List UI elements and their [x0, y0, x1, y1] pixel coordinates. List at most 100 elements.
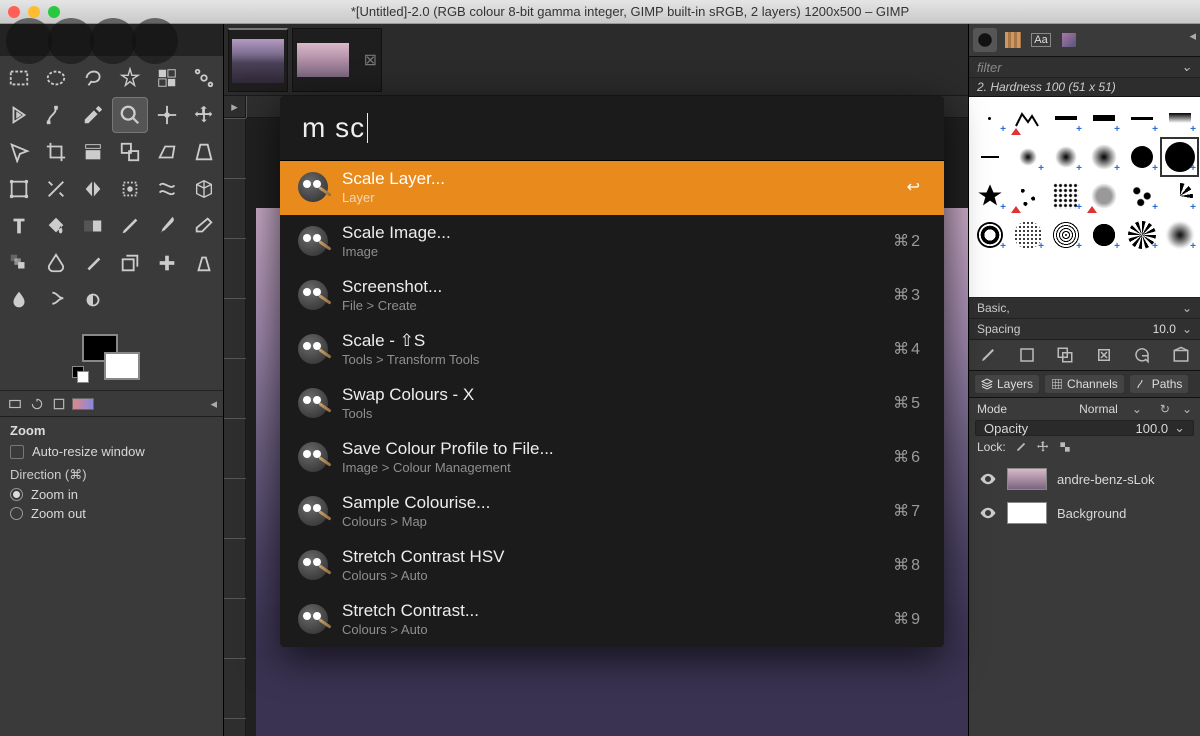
blend-mode-select[interactable]: Mode Normal ⌄ ↻ ⌄	[969, 398, 1200, 420]
zoom-out-radio[interactable]: Zoom out	[10, 506, 213, 521]
brushes-tab-icon[interactable]	[973, 28, 997, 52]
handle-transform-tool[interactable]	[38, 171, 74, 207]
close-tab-icon[interactable]: ⊠	[364, 50, 377, 70]
rect-select-tool[interactable]	[1, 60, 37, 96]
brush-spacing-slider[interactable]: Spacing 10.0 ⌄	[969, 318, 1200, 339]
duplicate-brush-icon[interactable]	[1056, 346, 1074, 364]
color-picker-tool[interactable]	[75, 97, 111, 133]
crop-tool[interactable]	[38, 134, 74, 170]
ellipse-select-tool[interactable]	[38, 60, 74, 96]
align-tool[interactable]	[1, 134, 37, 170]
paths-tool[interactable]	[38, 97, 74, 133]
palette-result[interactable]: Stretch Contrast HSV Colours > Auto ⌘8	[280, 539, 944, 593]
cage-tool[interactable]	[112, 171, 148, 207]
result-title: Stretch Contrast HSV	[342, 547, 879, 567]
lock-alpha-icon[interactable]	[1058, 440, 1072, 454]
layer-item[interactable]: andre-benz-sLok	[969, 462, 1200, 496]
visibility-icon[interactable]	[979, 504, 997, 522]
scale-tool[interactable]	[112, 134, 148, 170]
history-tab-icon[interactable]	[1057, 28, 1081, 52]
fonts-tab-icon[interactable]: Aa	[1029, 28, 1053, 52]
blur-tool[interactable]	[1, 282, 37, 318]
delete-brush-icon[interactable]	[1095, 346, 1113, 364]
vertical-ruler[interactable]	[224, 118, 246, 736]
ruler-corner[interactable]: ▸	[224, 96, 246, 118]
image-tab-2[interactable]: ⊠	[292, 28, 382, 92]
by-color-select-tool[interactable]	[149, 60, 185, 96]
smudge-tool[interactable]	[38, 282, 74, 318]
minimize-window-button[interactable]	[28, 6, 40, 18]
palette-result[interactable]: Swap Colours - X Tools ⌘5	[280, 377, 944, 431]
open-as-image-icon[interactable]	[1172, 346, 1190, 364]
chevron-down-icon[interactable]: ⌄	[1181, 59, 1192, 75]
flip-tool[interactable]	[75, 171, 111, 207]
dock-menu-icon[interactable]: ◂	[210, 396, 217, 412]
scissors-tool[interactable]	[186, 60, 222, 96]
default-colors-icon[interactable]	[74, 368, 84, 378]
palette-result[interactable]: Save Colour Profile to File... Image > C…	[280, 431, 944, 485]
paintbrush-tool[interactable]	[149, 208, 185, 244]
fuzzy-select-tool[interactable]	[112, 60, 148, 96]
zoom-in-radio[interactable]: Zoom in	[10, 487, 213, 502]
visibility-icon[interactable]	[979, 470, 997, 488]
lock-pixels-icon[interactable]	[1014, 440, 1028, 454]
close-window-button[interactable]	[8, 6, 20, 18]
paths-tab[interactable]: Paths	[1130, 375, 1189, 393]
gradient-icon[interactable]	[72, 398, 94, 410]
brush-filter-input[interactable]: filter ⌄	[969, 57, 1200, 78]
auto-resize-checkbox[interactable]: Auto-resize window	[10, 444, 213, 459]
measure-tool[interactable]	[149, 97, 185, 133]
pencil-tool[interactable]	[112, 208, 148, 244]
palette-result[interactable]: Screenshot... File > Create ⌘3	[280, 269, 944, 323]
move-tool[interactable]	[186, 97, 222, 133]
dock-config-icon[interactable]: ◂	[1189, 28, 1196, 52]
filter-placeholder: filter	[977, 60, 1002, 75]
warp-tool[interactable]	[149, 171, 185, 207]
color-swatches[interactable]	[0, 326, 223, 390]
new-brush-icon[interactable]	[1018, 346, 1036, 364]
brush-preset-select[interactable]: Basic, ⌄	[969, 297, 1200, 318]
maximize-window-button[interactable]	[48, 6, 60, 18]
gradient-tool[interactable]	[75, 208, 111, 244]
unified-transform-tool[interactable]	[1, 171, 37, 207]
ink-tool[interactable]	[38, 245, 74, 281]
images-icon[interactable]	[50, 395, 68, 413]
foreground-select-tool[interactable]	[1, 97, 37, 133]
channels-tab[interactable]: Channels	[1045, 375, 1124, 393]
device-status-icon[interactable]	[6, 395, 24, 413]
perspective-tool[interactable]	[186, 134, 222, 170]
brush-grid[interactable]: + + + + + + + + + + + + + + + + + + + +	[969, 97, 1200, 297]
palette-search-input[interactable]: m sc	[280, 96, 944, 161]
dodge-burn-tool[interactable]	[75, 282, 111, 318]
lock-position-icon[interactable]	[1036, 440, 1050, 454]
zoom-tool[interactable]	[112, 97, 148, 133]
edit-brush-icon[interactable]	[979, 346, 997, 364]
lasso-tool[interactable]	[75, 60, 111, 96]
shear-tool[interactable]	[149, 134, 185, 170]
text-tool[interactable]	[1, 208, 37, 244]
heal-tool[interactable]	[149, 245, 185, 281]
palette-result[interactable]: Sample Colourise... Colours > Map ⌘7	[280, 485, 944, 539]
refresh-brush-icon[interactable]	[1133, 346, 1151, 364]
palette-result[interactable]: Stretch Contrast... Colours > Auto ⌘9	[280, 593, 944, 647]
reset-mode-icon[interactable]: ↻	[1160, 402, 1170, 416]
layers-tab[interactable]: Layers	[975, 375, 1039, 393]
bucket-fill-tool[interactable]	[38, 208, 74, 244]
undo-history-icon[interactable]	[28, 395, 46, 413]
background-color[interactable]	[104, 352, 140, 380]
opacity-slider[interactable]: Opacity 100.0 ⌄	[975, 420, 1194, 436]
perspective-clone-tool[interactable]	[186, 245, 222, 281]
mypaint-brush-tool[interactable]	[75, 245, 111, 281]
patterns-tab-icon[interactable]	[1001, 28, 1025, 52]
eraser-tool[interactable]	[186, 208, 222, 244]
palette-result[interactable]: Scale - ⇧S Tools > Transform Tools ⌘4	[280, 323, 944, 377]
clone-tool[interactable]	[112, 245, 148, 281]
palette-result[interactable]: Scale Image... Image ⌘2	[280, 215, 944, 269]
palette-result[interactable]: Scale Layer... Layer ↩	[280, 161, 944, 215]
airbrush-tool[interactable]	[1, 245, 37, 281]
layer-item[interactable]: Background	[969, 496, 1200, 530]
rotate-tool[interactable]	[75, 134, 111, 170]
chevron-down-icon[interactable]: ⌄	[1182, 402, 1192, 416]
3d-transform-tool[interactable]	[186, 171, 222, 207]
image-tab-1[interactable]	[228, 28, 288, 92]
